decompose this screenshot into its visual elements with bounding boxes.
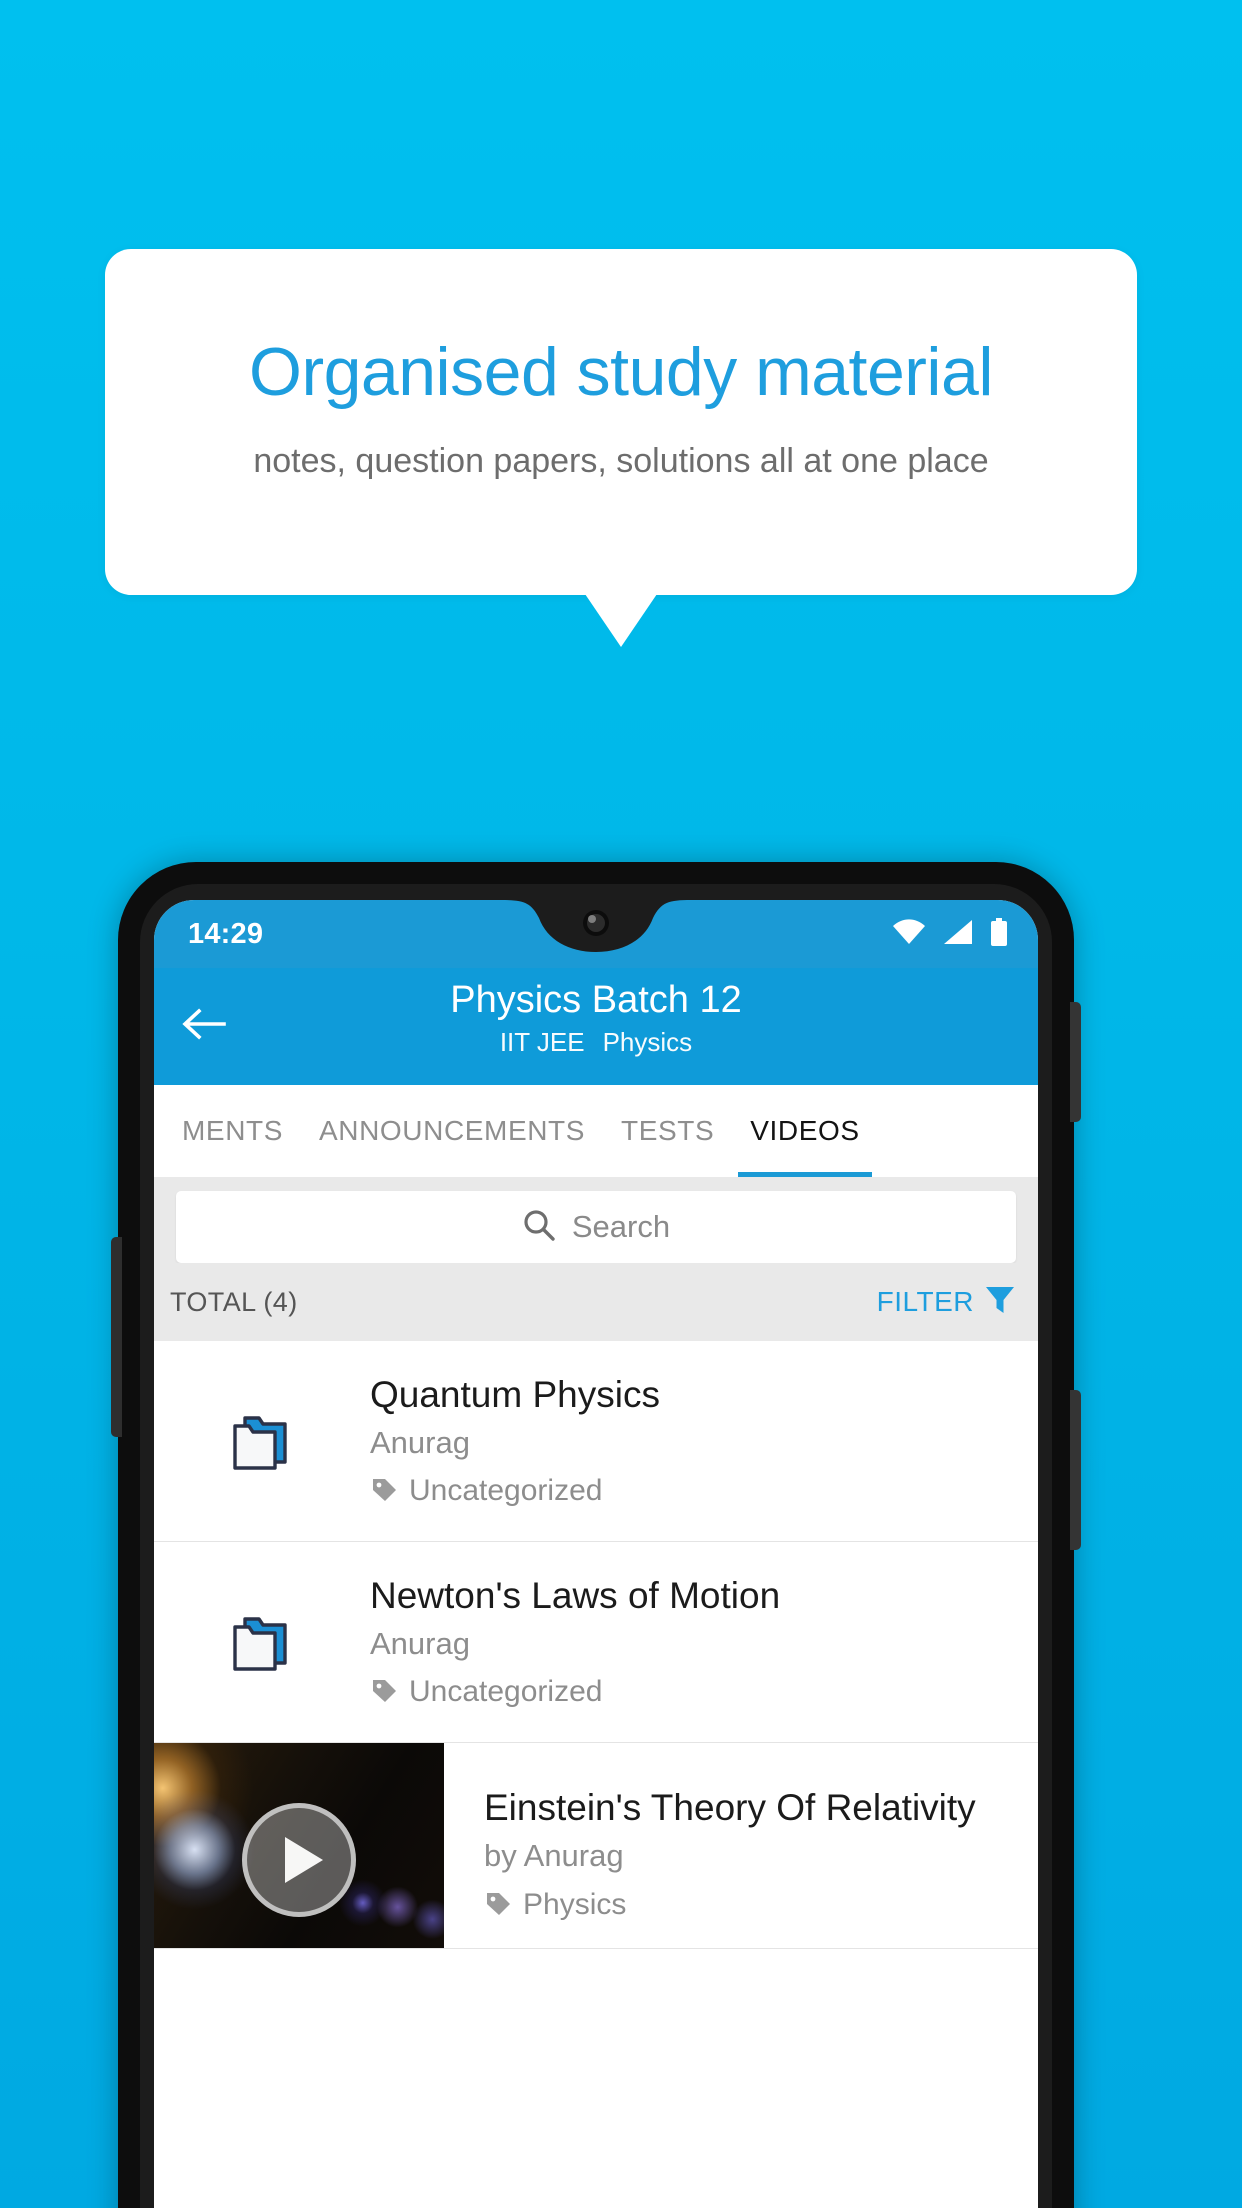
filter-label: FILTER <box>876 1286 974 1317</box>
list-item[interactable]: Newton's Laws of Motion Anurag Uncategor… <box>154 1542 1038 1743</box>
promo-card-tail <box>585 594 657 647</box>
filter-button[interactable]: FILTER <box>877 1284 1016 1321</box>
list-item-tag: Uncategorized <box>370 1672 780 1712</box>
tab-bar: MENTS ANNOUNCEMENTS TESTS VIDEOS <box>154 1085 1038 1177</box>
play-triangle <box>285 1836 323 1883</box>
signal-icon <box>943 919 973 950</box>
total-count: TOTAL (4) <box>170 1286 298 1317</box>
promo-card: Organised study material notes, question… <box>105 249 1137 595</box>
tab-tests[interactable]: TESTS <box>603 1085 732 1177</box>
list-item-body: Quantum Physics Anurag Uncategorized <box>370 1371 676 1511</box>
list-item-title: Newton's Laws of Motion <box>370 1575 781 1616</box>
video-thumbnail[interactable] <box>154 1743 444 1948</box>
breadcrumb-exam: IIT JEE <box>499 1027 585 1057</box>
promo-screenshot: Organised study material notes, question… <box>0 0 1242 2208</box>
list-item-tag: Physics <box>484 1885 976 1925</box>
list-item-tag: Uncategorized <box>370 1471 660 1511</box>
tag-icon <box>370 1475 398 1508</box>
page-title: Physics Batch 12 <box>450 979 742 1021</box>
list-item-body: Newton's Laws of Motion Anurag Uncategor… <box>370 1572 796 1712</box>
status-icons <box>892 917 1008 951</box>
list-item-tag-text: Physics <box>523 1888 627 1921</box>
promo-title: Organised study material <box>249 334 993 410</box>
phone-mockup: 14:29 Physics Batch 12 IIT JEE Physics M… <box>111 862 1081 2208</box>
folder-icon <box>154 1404 370 1478</box>
tab-videos[interactable]: VIDEOS <box>732 1085 877 1177</box>
funnel-icon <box>984 1284 1016 1321</box>
search-input[interactable]: Search <box>176 1191 1016 1263</box>
app-bar: Physics Batch 12 IIT JEE Physics <box>154 968 1038 1085</box>
list-item-body: Einstein's Theory Of Relativity by Anura… <box>444 1743 992 1948</box>
phone-side-button-left[interactable] <box>111 1237 122 1437</box>
list-item[interactable]: Einstein's Theory Of Relativity by Anura… <box>154 1743 1038 1949</box>
phone-side-button-volume[interactable] <box>1070 1002 1081 1122</box>
list-item-author: Anurag <box>370 1425 470 1460</box>
promo-subtitle: notes, question papers, solutions all at… <box>253 442 989 480</box>
list-item-tag-text: Uncategorized <box>409 1474 603 1507</box>
battery-icon <box>990 917 1008 951</box>
tag-icon <box>370 1676 398 1709</box>
phone-screen: 14:29 Physics Batch 12 IIT JEE Physics M… <box>154 900 1038 2208</box>
wifi-icon <box>892 918 926 950</box>
list-item[interactable]: Quantum Physics Anurag Uncategorized <box>154 1341 1038 1542</box>
status-time: 14:29 <box>188 917 264 950</box>
phone-side-button-power[interactable] <box>1070 1390 1081 1550</box>
app-bar-titles: Physics Batch 12 IIT JEE Physics <box>154 968 1038 1060</box>
tag-icon <box>484 1889 512 1922</box>
content-list: Quantum Physics Anurag Uncategorized New… <box>154 1341 1038 1949</box>
status-bar: 14:29 <box>154 900 1038 968</box>
search-zone: Search <box>154 1177 1038 1263</box>
list-item-author: Anurag <box>370 1626 470 1661</box>
play-icon[interactable] <box>242 1802 356 1917</box>
camera-notch <box>501 900 691 956</box>
search-icon <box>522 1208 556 1247</box>
list-item-author: by Anurag <box>484 1838 624 1873</box>
list-header: TOTAL (4) FILTER <box>154 1263 1038 1341</box>
breadcrumb: IIT JEE Physics <box>154 1024 1038 1060</box>
tab-assignments[interactable]: MENTS <box>164 1085 301 1177</box>
tab-announcements[interactable]: ANNOUNCEMENTS <box>301 1085 603 1177</box>
list-item-title: Quantum Physics <box>370 1374 660 1415</box>
search-placeholder: Search <box>571 1209 671 1244</box>
list-item-tag-text: Uncategorized <box>409 1675 603 1708</box>
folder-icon <box>154 1605 370 1679</box>
list-item-title: Einstein's Theory Of Relativity <box>484 1787 976 1828</box>
breadcrumb-subject: Physics <box>602 1027 693 1057</box>
